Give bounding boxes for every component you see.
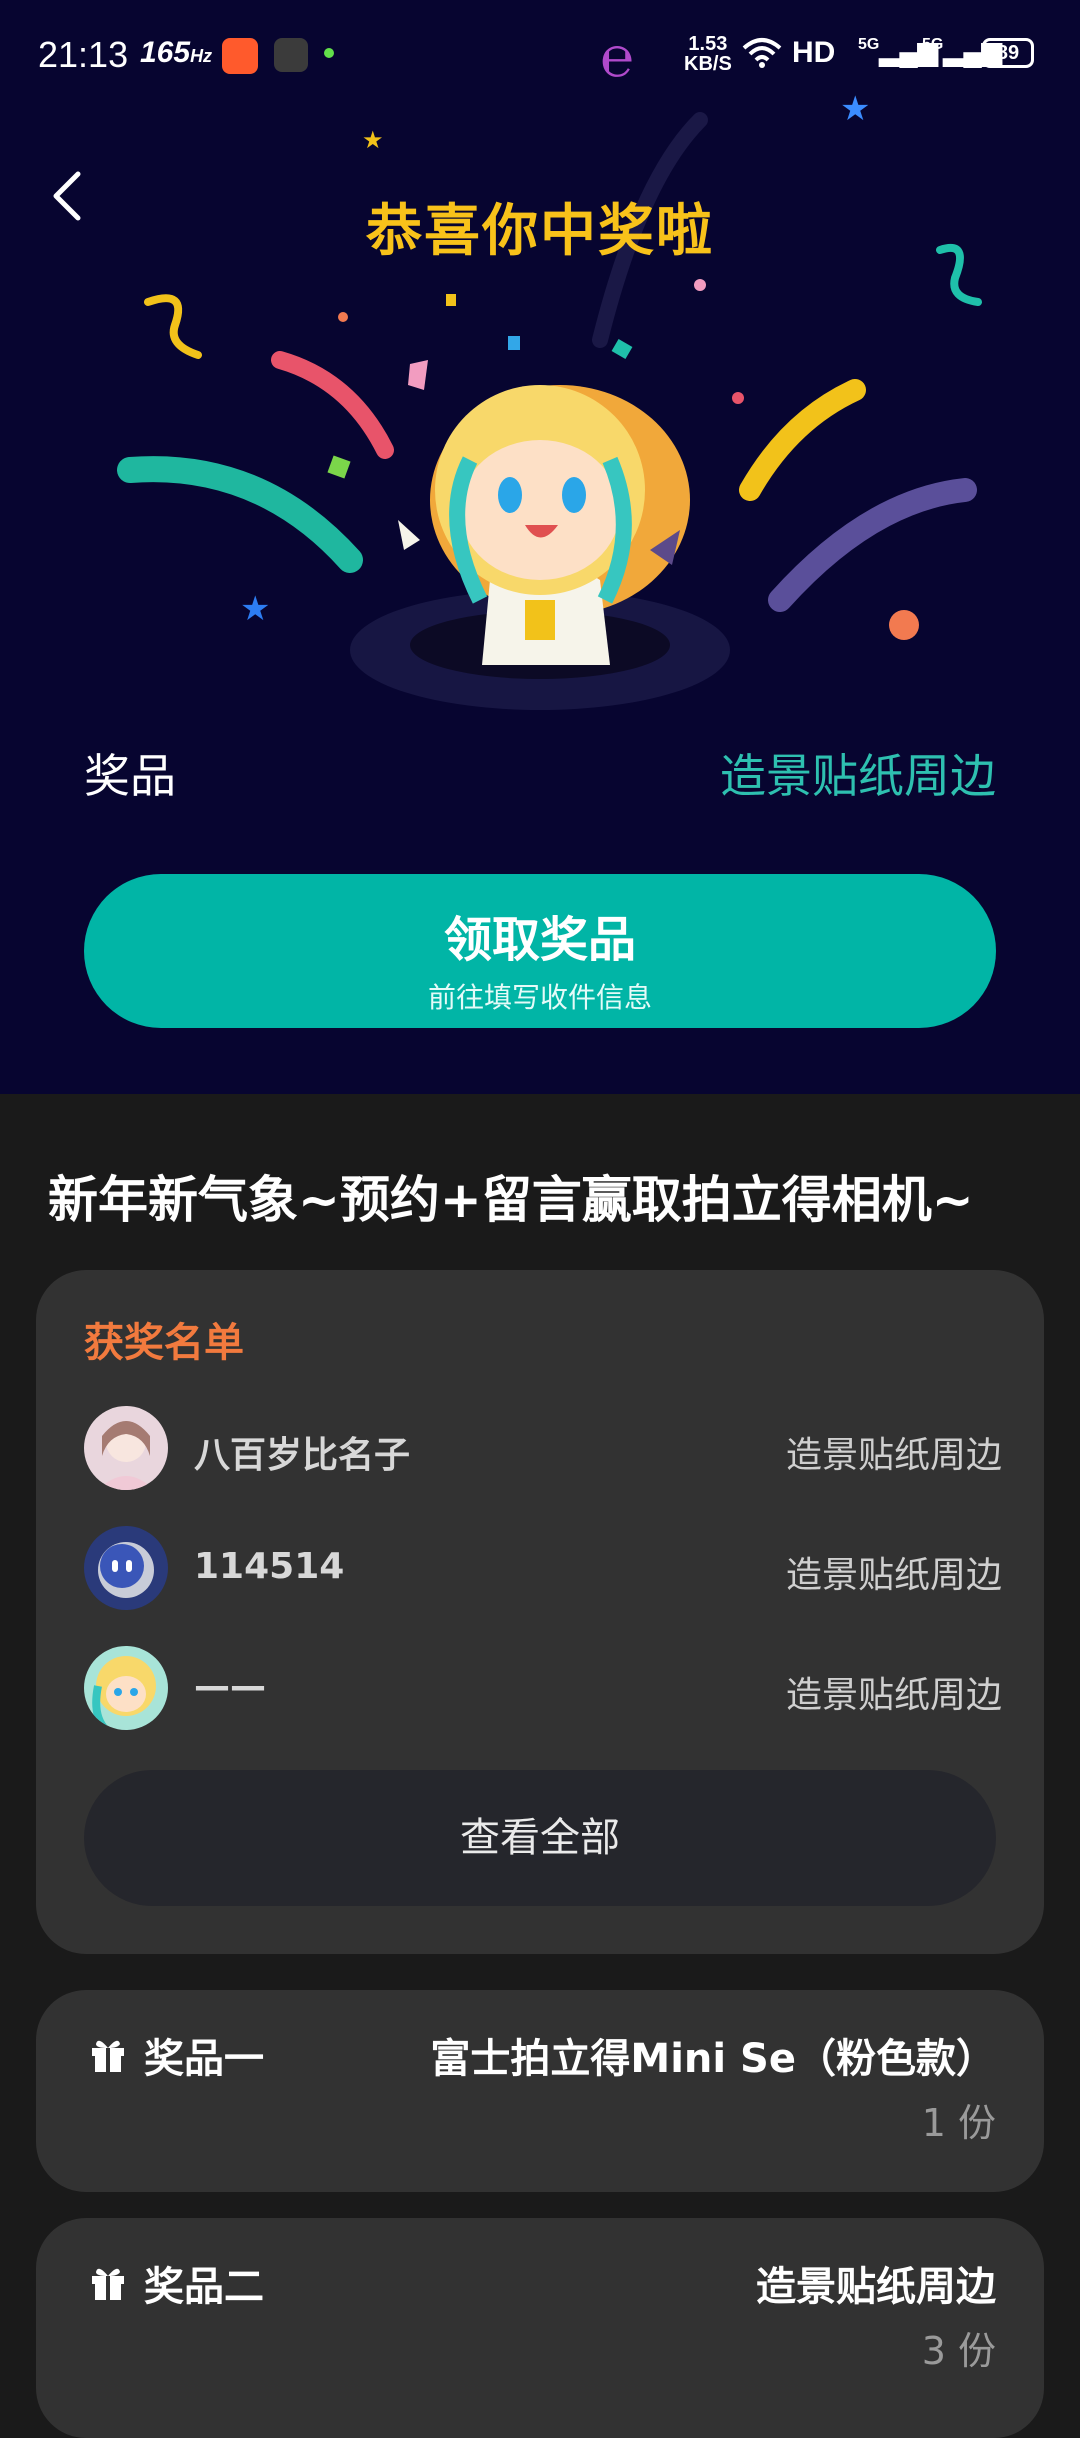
prize-quantity: 1 份 — [921, 2101, 996, 2145]
gift-icon — [92, 2040, 124, 2072]
avatar — [84, 1406, 168, 1490]
celebration-illustration: ★ ★ ★ — [117, 89, 982, 710]
winner-name: 114514 — [194, 1546, 345, 1587]
prize-label: 奖品 — [84, 749, 176, 803]
winner-prize: 造景贴纸周边 — [785, 1435, 1002, 1476]
hero-section: 21:13 165Hz ℮ 1.53 KB/S HD 5G▂▄▆ 5G▂▄▆ 89… — [0, 0, 1080, 1094]
claim-button-subtitle: 前往填写收件信息 — [427, 981, 652, 1014]
status-time: 21:13 — [38, 34, 129, 75]
signal-label-1: 5G — [858, 36, 880, 53]
hd-indicator: HD — [792, 36, 836, 69]
view-all-button[interactable]: 查看全部 — [84, 1770, 996, 1906]
svg-text:★: ★ — [840, 89, 870, 129]
prize-value: 造景贴纸周边 — [720, 749, 996, 803]
svg-text:★: ★ — [362, 126, 384, 154]
winner-row: 114514 造景贴纸周边 — [84, 1526, 1002, 1610]
prize-item-name: 富士拍立得Mini Se（粉色款） — [430, 2036, 996, 2082]
avatar — [84, 1526, 168, 1610]
congrats-title: 恭喜你中奖啦 — [366, 199, 714, 264]
prize-tier-name: 奖品二 — [144, 2264, 264, 2310]
winners-heading: 获奖名单 — [84, 1320, 244, 1366]
network-speed-value: 1.53 — [688, 33, 728, 55]
wifi-icon — [742, 36, 782, 76]
refresh-rate-value: 165 — [140, 36, 191, 69]
winner-name: —— — [194, 1666, 266, 1707]
prize-tier-name: 奖品一 — [144, 2036, 264, 2082]
prize-card: 奖品一 富士拍立得Mini Se（粉色款） 1 份 — [36, 1990, 1044, 2192]
prize-quantity: 3 份 — [921, 2329, 996, 2373]
refresh-rate-unit: Hz — [190, 46, 213, 66]
refresh-rate: 165Hz — [140, 36, 212, 70]
avatar — [84, 1646, 168, 1730]
winner-prize: 造景贴纸周边 — [785, 1675, 1002, 1716]
winner-row: —— 造景贴纸周边 — [84, 1646, 1002, 1730]
gift-icon — [92, 2268, 124, 2300]
shield-app-icon — [274, 38, 308, 72]
prize-item-name: 造景贴纸周边 — [756, 2264, 996, 2310]
app-notification-icon — [222, 38, 258, 74]
network-speed-unit: KB/S — [684, 53, 732, 75]
winner-row: 八百岁比名子 造景贴纸周边 — [84, 1406, 1002, 1490]
winner-name: 八百岁比名子 — [194, 1435, 411, 1476]
battery-icon: 89 — [982, 38, 1034, 68]
svg-text:★: ★ — [240, 589, 270, 629]
claim-button-label: 领取奖品 — [443, 912, 636, 968]
winner-prize: 造景贴纸周边 — [785, 1555, 1002, 1596]
signal-label-2: 5G — [922, 36, 944, 53]
claim-prize-button[interactable]: 领取奖品 前往填写收件信息 — [84, 874, 996, 1028]
network-speed: 1.53 KB/S — [684, 34, 732, 74]
notification-dot-icon — [324, 48, 334, 58]
winners-card: 获奖名单 八百岁比名子 造景贴纸周边 114514 造景贴纸周边 —— 造景贴纸… — [36, 1270, 1044, 1954]
prize-card: 奖品二 造景贴纸周边 3 份 — [36, 2218, 1044, 2438]
event-title: 新年新气象~预约+留言赢取拍立得相机~ — [48, 1171, 974, 1229]
